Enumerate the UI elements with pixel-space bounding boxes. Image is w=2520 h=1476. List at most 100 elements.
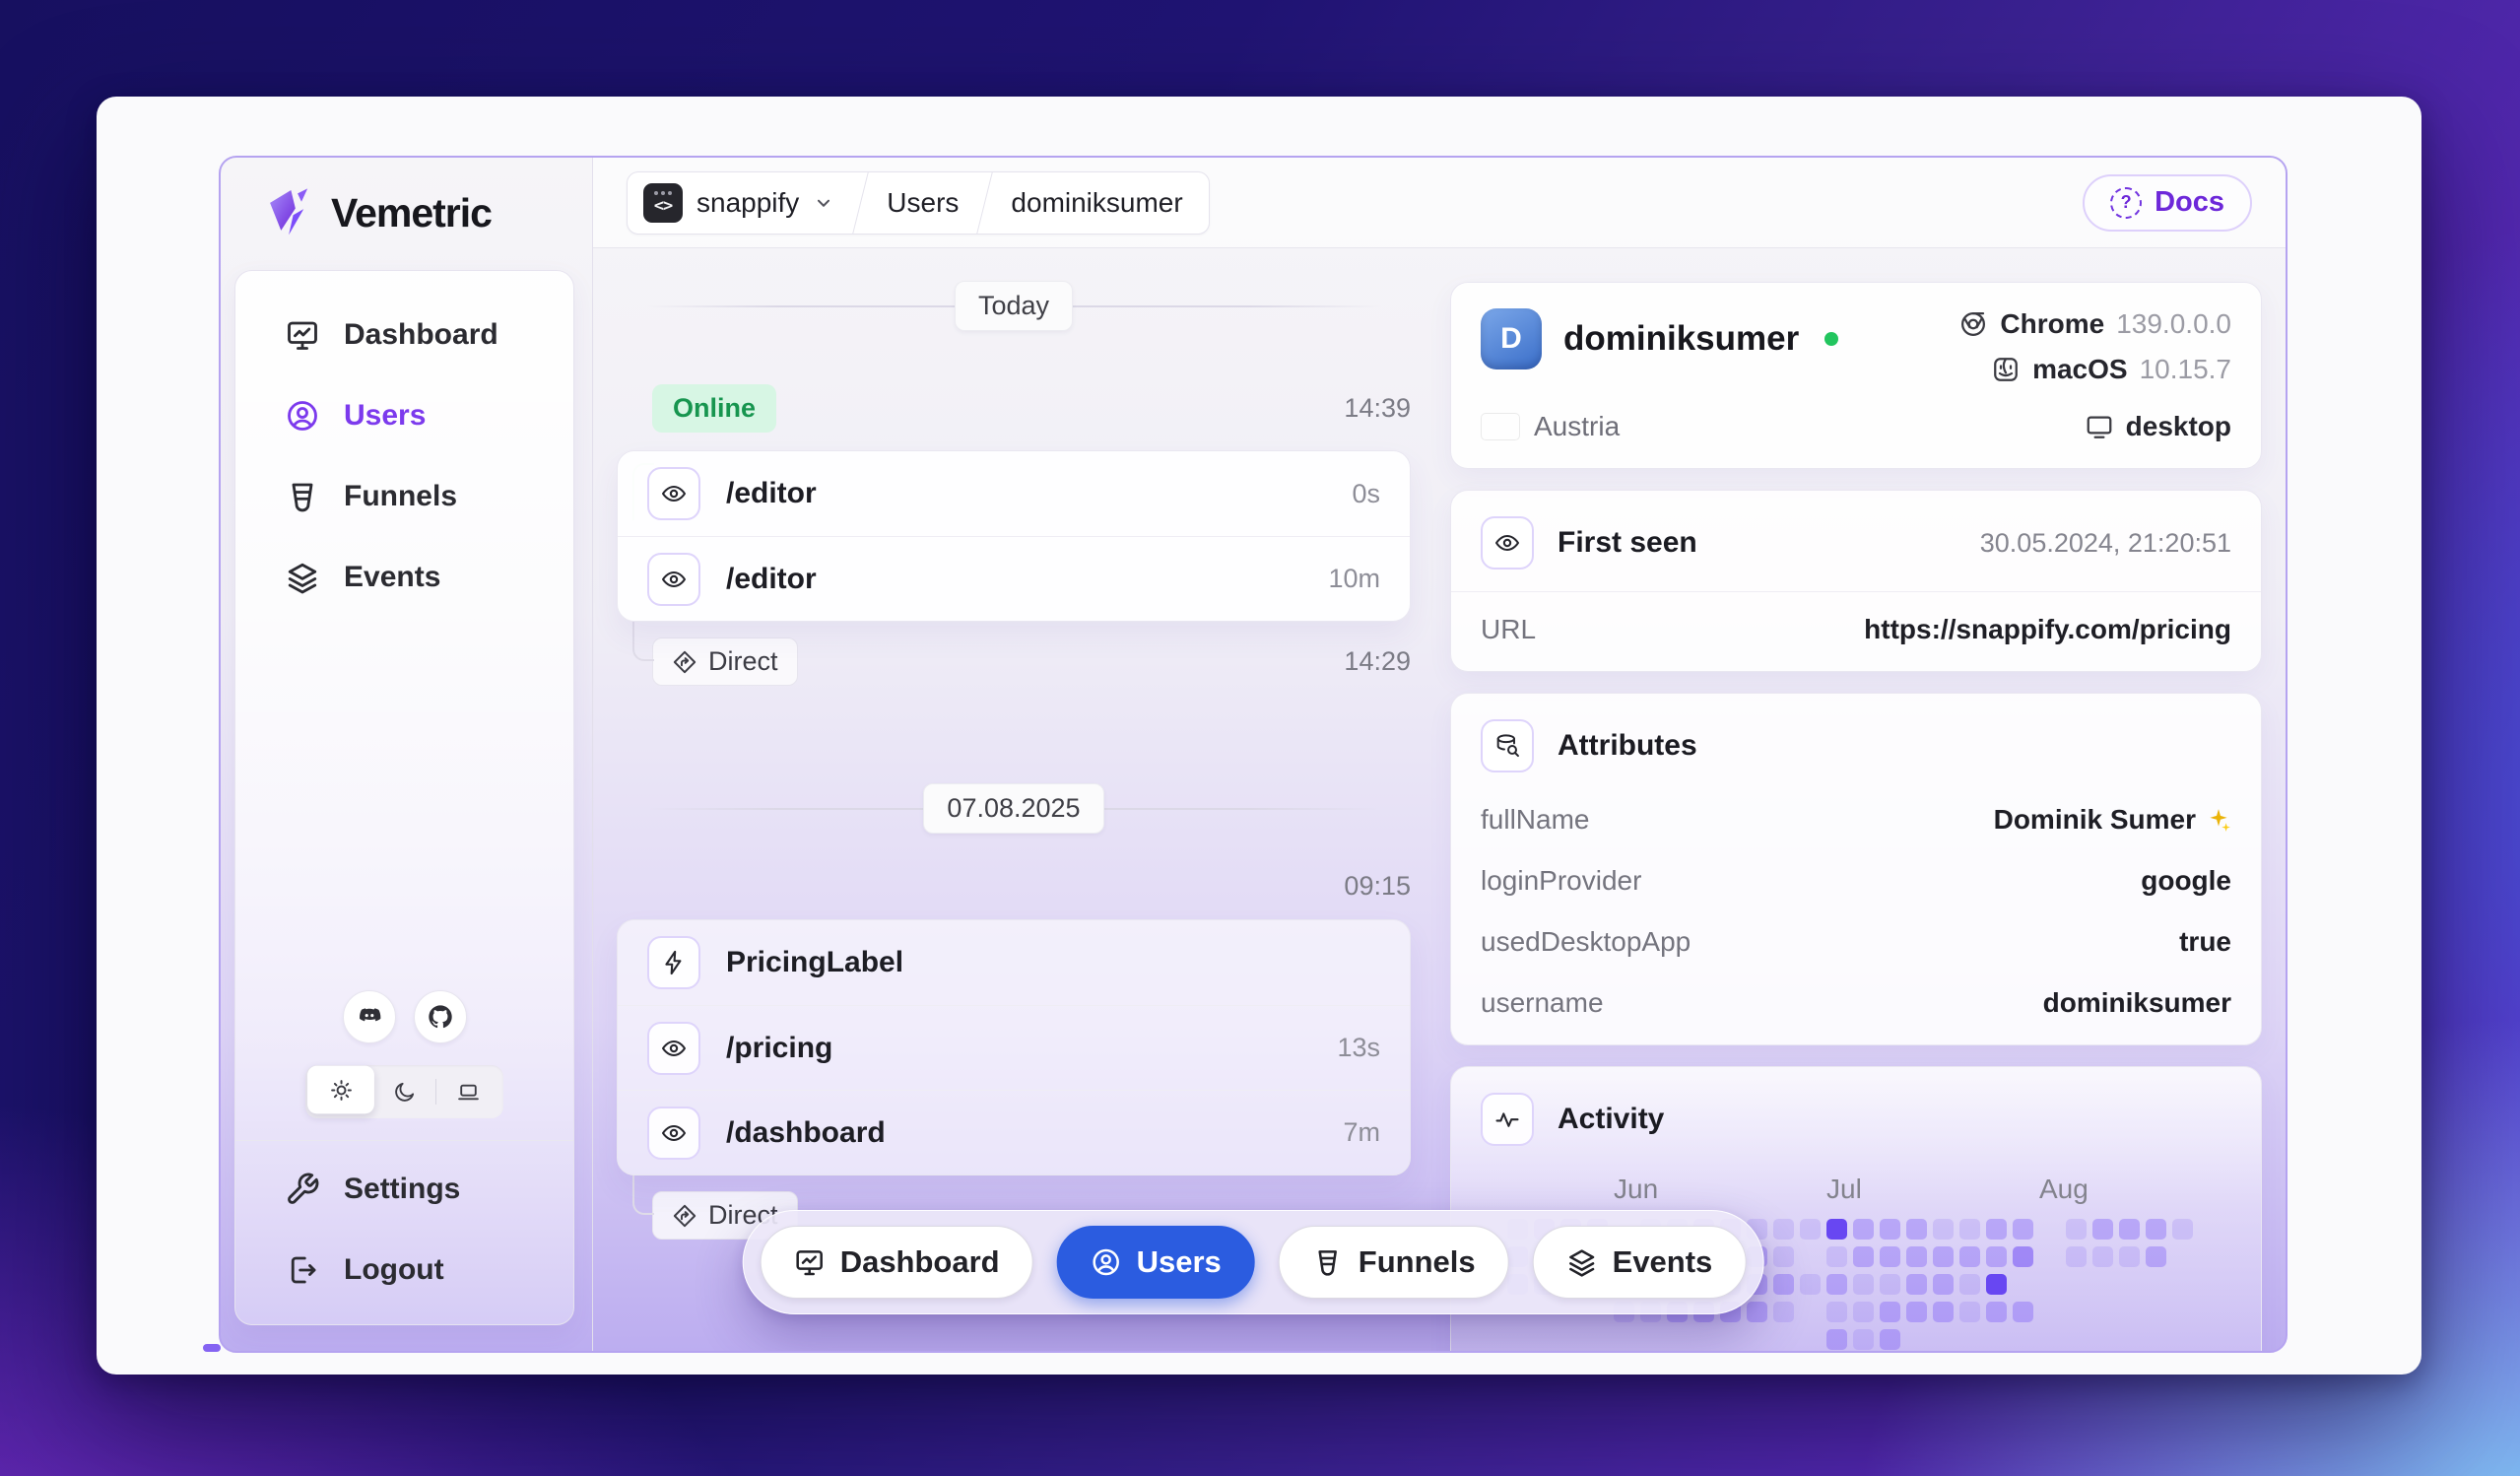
heatmap-cell[interactable] (1880, 1246, 1900, 1267)
heatmap-cell[interactable] (1880, 1302, 1900, 1322)
heatmap-cell[interactable] (1773, 1274, 1794, 1295)
heatmap-cell[interactable] (1640, 1329, 1661, 1350)
heatmap-cell[interactable] (2092, 1274, 2113, 1295)
heatmap-cell[interactable] (2119, 1274, 2140, 1295)
sidebar-item-dashboard[interactable]: Dashboard (245, 298, 564, 372)
heatmap-cell[interactable] (2039, 1274, 2060, 1295)
heatmap-cell[interactable] (1853, 1302, 1874, 1322)
heatmap-cell[interactable] (2066, 1302, 2087, 1322)
heatmap-cell[interactable] (1800, 1274, 1821, 1295)
heatmap-cell[interactable] (2172, 1219, 2193, 1240)
heatmap-cell[interactable] (2172, 1274, 2193, 1295)
heatmap-cell[interactable] (1800, 1246, 1821, 1267)
bottomnav-users[interactable]: Users (1056, 1226, 1255, 1299)
heatmap-cell[interactable] (2039, 1329, 2060, 1350)
heatmap-cell[interactable] (2092, 1329, 2113, 1350)
first-seen-url[interactable]: https://snappify.com/pricing (1864, 614, 2231, 645)
heatmap-cell[interactable] (2013, 1274, 2033, 1295)
heatmap-cell[interactable] (1933, 1302, 1954, 1322)
heatmap-cell[interactable] (2172, 1329, 2193, 1350)
heatmap-cell[interactable] (1693, 1329, 1714, 1350)
heatmap-cell[interactable] (1959, 1329, 1980, 1350)
scrollbar-thumb[interactable] (203, 1344, 221, 1352)
heatmap-cell[interactable] (2119, 1246, 2140, 1267)
docs-button[interactable]: ? Docs (2083, 173, 2252, 232)
github-button[interactable] (413, 990, 467, 1043)
theme-light-button[interactable] (307, 1065, 374, 1114)
theme-dark-button[interactable] (372, 1069, 435, 1114)
heatmap-cell[interactable] (1880, 1274, 1900, 1295)
pageview-row[interactable]: /editor 0s (618, 451, 1410, 536)
sidebar-item-events[interactable]: Events (245, 540, 564, 615)
heatmap-cell[interactable] (1986, 1302, 2007, 1322)
heatmap-cell[interactable] (1747, 1302, 1767, 1322)
heatmap-cell[interactable] (1507, 1329, 1528, 1350)
heatmap-cell[interactable] (1826, 1246, 1847, 1267)
heatmap-cell[interactable] (1853, 1246, 1874, 1267)
heatmap-cell[interactable] (1800, 1302, 1821, 1322)
bottomnav-funnels[interactable]: Funnels (1278, 1226, 1509, 1299)
logo[interactable]: Vemetric (221, 158, 592, 258)
heatmap-cell[interactable] (2172, 1246, 2193, 1267)
heatmap-cell[interactable] (1826, 1302, 1847, 1322)
heatmap-cell[interactable] (1986, 1329, 2007, 1350)
heatmap-cell[interactable] (1826, 1329, 1847, 1350)
heatmap-cell[interactable] (1906, 1329, 1927, 1350)
heatmap-cell[interactable] (2146, 1274, 2166, 1295)
heatmap-cell[interactable] (2146, 1246, 2166, 1267)
heatmap-cell[interactable] (2146, 1219, 2166, 1240)
heatmap-cell[interactable] (2013, 1329, 2033, 1350)
heatmap-cell[interactable] (1853, 1274, 1874, 1295)
heatmap-cell[interactable] (1667, 1329, 1688, 1350)
heatmap-cell[interactable] (1534, 1329, 1555, 1350)
heatmap-cell[interactable] (1933, 1329, 1954, 1350)
heatmap-cell[interactable] (1906, 1246, 1927, 1267)
sidebar-item-logout[interactable]: Logout (245, 1233, 564, 1308)
heatmap-cell[interactable] (2119, 1302, 2140, 1322)
heatmap-cell[interactable] (1880, 1329, 1900, 1350)
heatmap-cell[interactable] (2013, 1219, 2033, 1240)
heatmap-cell[interactable] (2092, 1246, 2113, 1267)
theme-system-button[interactable] (436, 1069, 499, 1114)
heatmap-cell[interactable] (1747, 1329, 1767, 1350)
heatmap-cell[interactable] (1933, 1219, 1954, 1240)
heatmap-cell[interactable] (1959, 1274, 1980, 1295)
heatmap-cell[interactable] (1986, 1246, 2007, 1267)
bottomnav-dashboard[interactable]: Dashboard (760, 1226, 1033, 1299)
heatmap-cell[interactable] (1959, 1219, 1980, 1240)
heatmap-cell[interactable] (1853, 1329, 1874, 1350)
heatmap-cell[interactable] (2039, 1219, 2060, 1240)
heatmap-cell[interactable] (1853, 1219, 1874, 1240)
heatmap-cell[interactable] (1906, 1219, 1927, 1240)
heatmap-cell[interactable] (1560, 1329, 1581, 1350)
heatmap-cell[interactable] (1906, 1302, 1927, 1322)
breadcrumb-current-user[interactable]: dominiksumer (985, 172, 1208, 234)
heatmap-cell[interactable] (2066, 1246, 2087, 1267)
sidebar-item-settings[interactable]: Settings (245, 1152, 564, 1227)
heatmap-cell[interactable] (1800, 1329, 1821, 1350)
heatmap-cell[interactable] (2066, 1329, 2087, 1350)
heatmap-cell[interactable] (1986, 1274, 2007, 1295)
heatmap-cell[interactable] (1959, 1302, 1980, 1322)
heatmap-cell[interactable] (2092, 1219, 2113, 1240)
heatmap-cell[interactable] (2066, 1219, 2087, 1240)
heatmap-cell[interactable] (2172, 1302, 2193, 1322)
heatmap-cell[interactable] (1614, 1329, 1634, 1350)
heatmap-cell[interactable] (1587, 1329, 1608, 1350)
heatmap-cell[interactable] (1800, 1219, 1821, 1240)
heatmap-cell[interactable] (1986, 1219, 2007, 1240)
heatmap-cell[interactable] (1773, 1329, 1794, 1350)
heatmap-cell[interactable] (1826, 1219, 1847, 1240)
heatmap-cell[interactable] (2039, 1246, 2060, 1267)
heatmap-cell[interactable] (1773, 1219, 1794, 1240)
breadcrumb-section-users[interactable]: Users (861, 172, 984, 234)
sidebar-item-users[interactable]: Users (245, 378, 564, 453)
heatmap-cell[interactable] (2039, 1302, 2060, 1322)
heatmap-cell[interactable] (2092, 1302, 2113, 1322)
heatmap-cell[interactable] (1773, 1246, 1794, 1267)
discord-button[interactable] (342, 990, 396, 1043)
heatmap-cell[interactable] (1933, 1274, 1954, 1295)
heatmap-cell[interactable] (2146, 1302, 2166, 1322)
custom-event-row[interactable]: PricingLabel (618, 920, 1410, 1005)
heatmap-cell[interactable] (1720, 1329, 1741, 1350)
